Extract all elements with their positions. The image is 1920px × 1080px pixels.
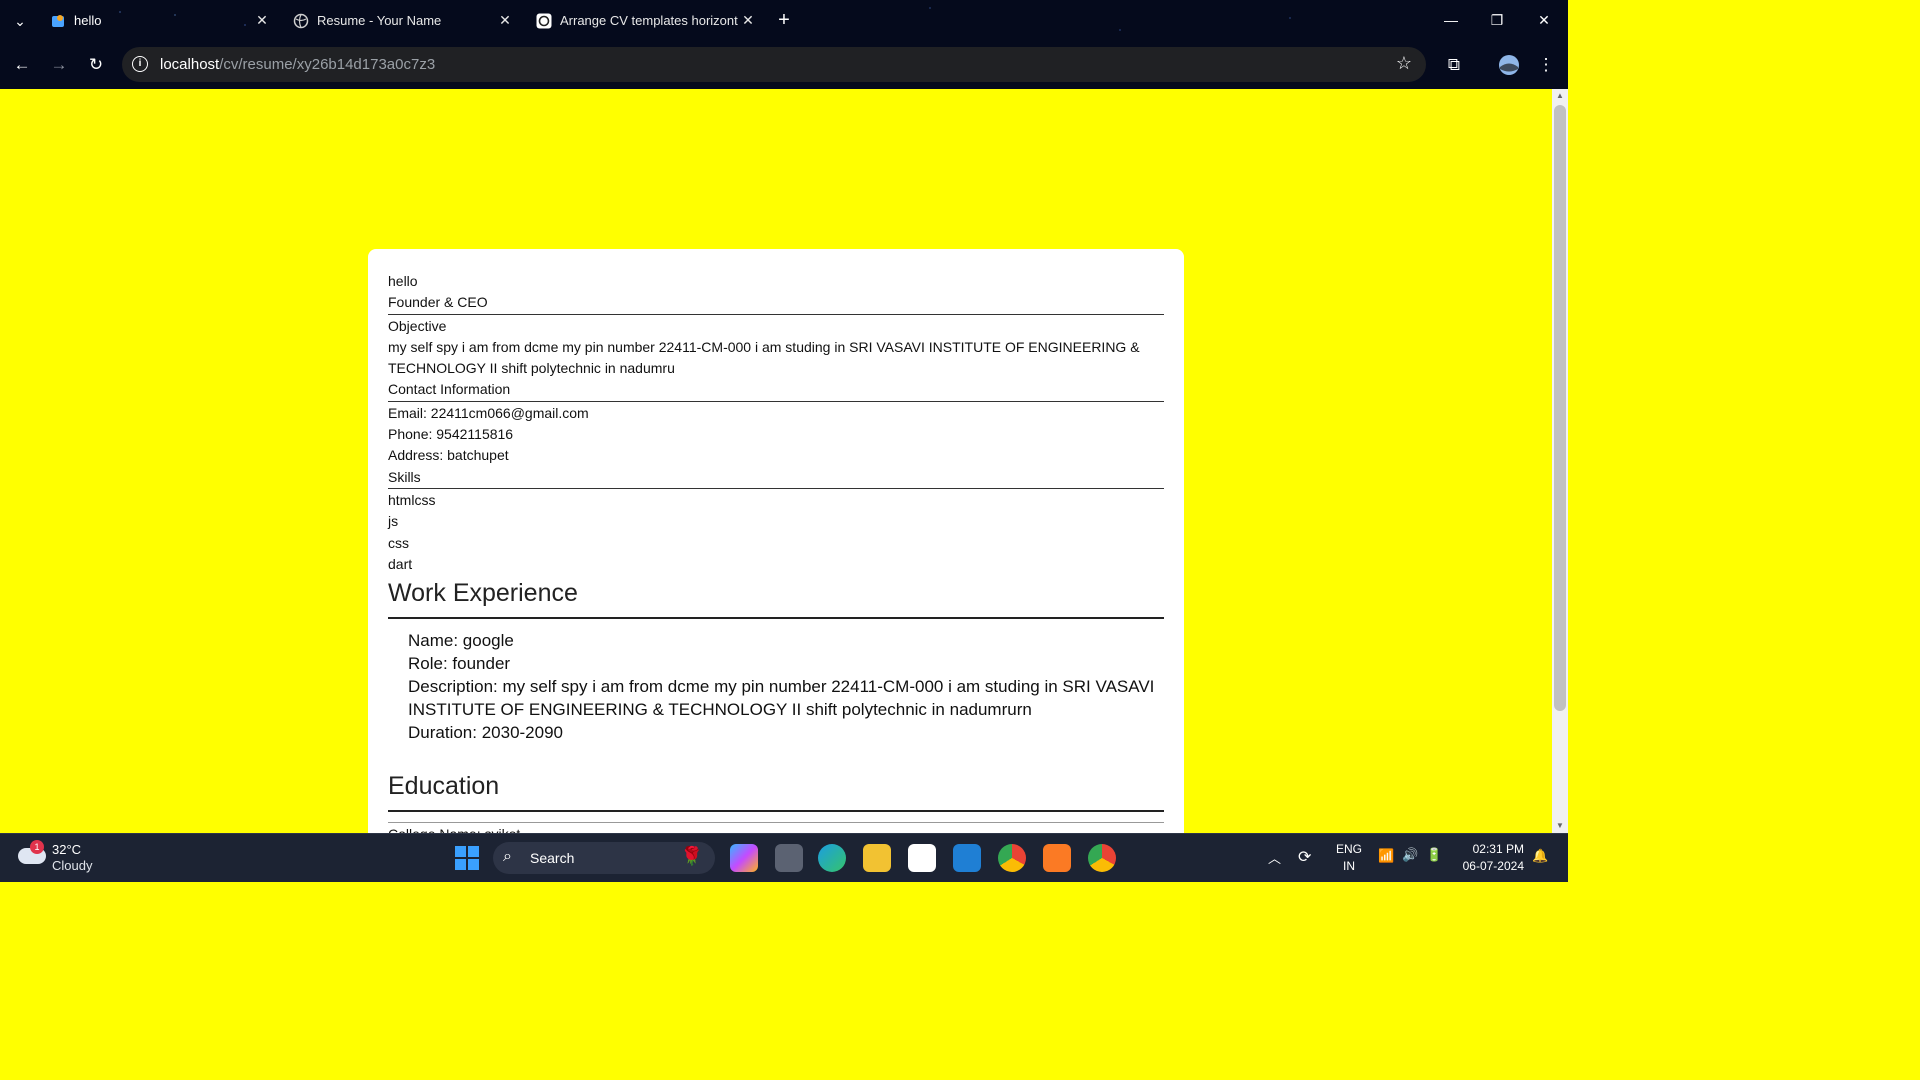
tab-close-icon[interactable]: ✕ [738,12,758,29]
contact-address: Address: batchupet [388,447,509,464]
file-explorer-icon[interactable] [863,844,891,872]
scroll-up-arrow-icon[interactable]: ▲ [1552,89,1568,103]
college-name: College Name: svikot [388,824,1164,833]
language-indicator[interactable]: ENG IN [1336,841,1362,875]
minimize-icon[interactable]: — [1436,8,1466,32]
back-arrow-icon[interactable]: ← [9,52,35,78]
tab-close-icon[interactable]: ✕ [495,12,515,29]
edge-icon[interactable] [818,844,846,872]
work-description: Description: my self spy i am from dcme … [408,677,1155,720]
extensions-puzzle-icon[interactable]: ⧉ [1441,52,1467,78]
work-duration: Duration: 2030-2090 [408,723,564,743]
contact-heading: Contact Information [388,381,511,398]
system-clock[interactable]: 02:31 PM 06-07-2024 [1463,841,1524,875]
windows-taskbar: 1 32°C Cloudy ⌕ Search 🌹 ︿ ⟳ ENG IN 📶 🔊 … [0,833,1568,882]
page-scrollbar[interactable]: ▲ ▼ [1552,89,1568,833]
profile-avatar[interactable] [1496,52,1522,78]
skills-heading: Skills [388,468,421,485]
tab-arrange-cv[interactable]: Arrange CV templates horizonta ✕ [526,6,762,35]
contact-email: Email: 22411cm066@gmail.com [388,404,589,421]
weather-badge: 1 [30,840,44,854]
resume-title: Founder & CEO [388,294,488,311]
divider [388,617,1164,620]
tab-close-icon[interactable]: ✕ [252,12,272,29]
tab-title: Resume - Your Name [317,13,442,28]
tab-title: Arrange CV templates horizonta [560,13,738,28]
browser-toolbar: ← → ↻ i localhost/cv/resume/xy26b14d173a… [0,41,1568,89]
tab-hello[interactable]: hello ✕ [40,6,276,35]
sync-icon[interactable]: ⟳ [1298,847,1311,867]
clock-date: 06-07-2024 [1462,859,1524,873]
wifi-icon[interactable]: 📶 [1378,848,1394,864]
page-viewport: hello Founder & CEO Objective my self sp… [0,89,1552,833]
resume-card: hello Founder & CEO Objective my self sp… [368,249,1184,833]
search-highlight-icon: 🌹 [680,846,703,866]
task-view-icon[interactable] [775,844,803,872]
weather-temperature: 32°C [52,842,82,857]
work-experience-heading: Work Experience [388,579,578,608]
divider [388,313,1164,315]
divider [388,400,1164,402]
xampp-icon[interactable] [1043,844,1071,872]
work-entry: Name: google Role: founder Description: … [408,629,1164,744]
chrome-profile-icon[interactable] [1088,844,1116,872]
app-favicon-icon [50,13,66,29]
microsoft-store-icon[interactable] [908,844,936,872]
show-hidden-icons-chevron-icon[interactable]: ︿ [1268,848,1281,867]
chrome-icon[interactable] [998,844,1026,872]
bookmark-star-icon[interactable]: ☆ [1396,53,1412,74]
browser-tab-bar: ⌄ hello ✕ Resume - Your Name ✕ Arrange C… [0,0,1568,41]
address-bar[interactable]: i localhost/cv/resume/xy26b14d173a0c7z3 … [122,47,1426,82]
region-code: IN [1343,859,1355,873]
search-label: Search [530,850,575,866]
search-icon: ⌕ [503,848,512,865]
url-host: localhost [160,56,220,73]
restore-icon[interactable]: ❐ [1482,8,1512,32]
copilot-icon[interactable] [730,844,758,872]
globe-icon [293,13,309,29]
windows-start-icon[interactable] [455,846,479,870]
more-menu-icon[interactable]: ⋮ [1533,52,1559,78]
skill-item: css [388,534,409,551]
vscode-icon[interactable] [953,844,981,872]
contact-phone: Phone: 9542115816 [388,426,514,443]
taskbar-search[interactable]: ⌕ Search 🌹 [493,842,715,874]
education-heading: Education [388,772,500,801]
url-path: /cv/resume/xy26b14d173a0c7z3 [219,56,436,73]
divider [388,822,1164,824]
tab-title: hello [74,13,102,28]
forward-arrow-icon[interactable]: → [46,52,72,78]
new-tab-plus-icon[interactable]: + [772,8,796,32]
tab-search-chevron-icon[interactable]: ⌄ [8,9,32,33]
tab-resume[interactable]: Resume - Your Name ✕ [283,6,519,35]
clock-time: 02:31 PM [1472,842,1524,856]
work-name: Name: google [408,631,514,651]
window-close-icon[interactable]: ✕ [1529,8,1559,32]
skill-item: dart [388,555,413,572]
volume-icon[interactable]: 🔊 [1402,847,1418,863]
work-role: Role: founder [408,654,511,674]
language-code: ENG [1336,842,1363,856]
divider [388,487,1164,489]
battery-icon[interactable]: 🔋 [1426,847,1442,863]
site-info-icon[interactable]: i [132,56,148,72]
scroll-down-arrow-icon[interactable]: ▼ [1552,819,1568,833]
resume-name: hello [388,273,418,289]
objective-text: my self spy i am from dcme my pin number… [388,338,1140,377]
weather-condition: Cloudy [52,858,93,873]
scrollbar-thumb[interactable] [1554,105,1566,711]
url-text[interactable]: localhost/cv/resume/xy26b14d173a0c7z3 [160,56,435,73]
notification-bell-icon[interactable]: 🔔 [1532,848,1548,864]
reload-icon[interactable]: ↻ [83,52,109,78]
chatgpt-icon [536,13,552,29]
skill-item: htmlcss [388,491,436,508]
skill-item: js [388,513,399,530]
objective-heading: Objective [388,317,447,334]
divider [388,810,1164,813]
